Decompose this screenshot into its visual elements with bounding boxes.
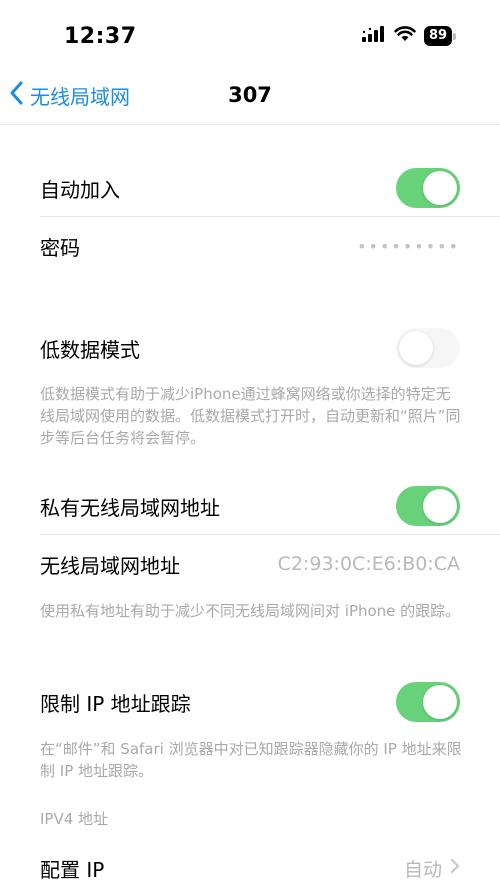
configure-ip-value-group: 自动 <box>404 855 460 882</box>
private-address-toggle[interactable] <box>396 486 460 526</box>
password-value: ••••••••• <box>357 236 460 256</box>
status-bar: 12:37 89 <box>0 0 500 70</box>
battery-icon: 89 <box>424 26 456 46</box>
limit-ip-tracking-toggle[interactable] <box>396 682 460 722</box>
status-time: 12:37 <box>64 24 137 49</box>
wifi-address-value: C2:93:0C:E6:B0:CA <box>277 553 460 575</box>
toggle-knob <box>423 685 457 719</box>
low-data-mode-label: 低数据模式 <box>40 337 140 362</box>
wifi-address-label: 无线局域网地址 <box>40 553 180 578</box>
status-icons: 89 <box>362 26 456 46</box>
low-data-mode-row: 低数据模式 <box>40 326 460 370</box>
limit-ip-tracking-label: 限制 IP 地址跟踪 <box>40 691 191 716</box>
limit-ip-tracking-footnote: 在“邮件”和 Safari 浏览器中对已知跟踪器隐藏你的 IP 地址来限制 IP… <box>40 740 462 780</box>
low-data-mode-footnote: 低数据模式有助于减少iPhone通过蜂窝网络或你选择的特定无线局域网使用的数据。… <box>40 385 461 447</box>
toggle-knob <box>423 489 457 523</box>
toggle-knob <box>399 331 433 365</box>
signal-icon <box>362 26 386 46</box>
wifi-address-footnote: 使用私有地址有助于减少不同无线局域网间对 iPhone 的跟踪。 <box>40 602 461 620</box>
configure-ip-value: 自动 <box>403 858 442 881</box>
navigation-bar: 无线局域网 307 <box>0 70 500 125</box>
password-label: 密码 <box>40 235 80 260</box>
auto-join-label: 自动加入 <box>40 177 120 202</box>
private-address-row: 私有无线局域网地址 <box>40 484 460 528</box>
auto-join-toggle[interactable] <box>396 168 460 208</box>
low-data-mode-toggle[interactable] <box>396 328 460 368</box>
chevron-right-icon <box>450 858 460 879</box>
page-title: 307 <box>228 83 272 107</box>
private-address-label: 私有无线局域网地址 <box>40 495 220 520</box>
limit-ip-tracking-row: 限制 IP 地址跟踪 <box>40 680 460 724</box>
password-row[interactable]: 密码 ••••••••• <box>40 224 460 268</box>
ipv4-section-header: IPV4 地址 <box>40 810 109 828</box>
auto-join-row: 自动加入 <box>40 166 460 210</box>
configure-ip-row[interactable]: 配置 IP 自动 <box>40 846 460 890</box>
wifi-address-row: 无线局域网地址 C2:93:0C:E6:B0:CA <box>40 542 460 586</box>
toggle-knob <box>423 171 457 205</box>
configure-ip-label: 配置 IP <box>40 857 105 882</box>
divider <box>40 534 500 535</box>
battery-cap <box>453 32 456 40</box>
wifi-icon <box>394 26 416 46</box>
battery-level: 89 <box>424 26 452 46</box>
divider <box>40 216 500 217</box>
